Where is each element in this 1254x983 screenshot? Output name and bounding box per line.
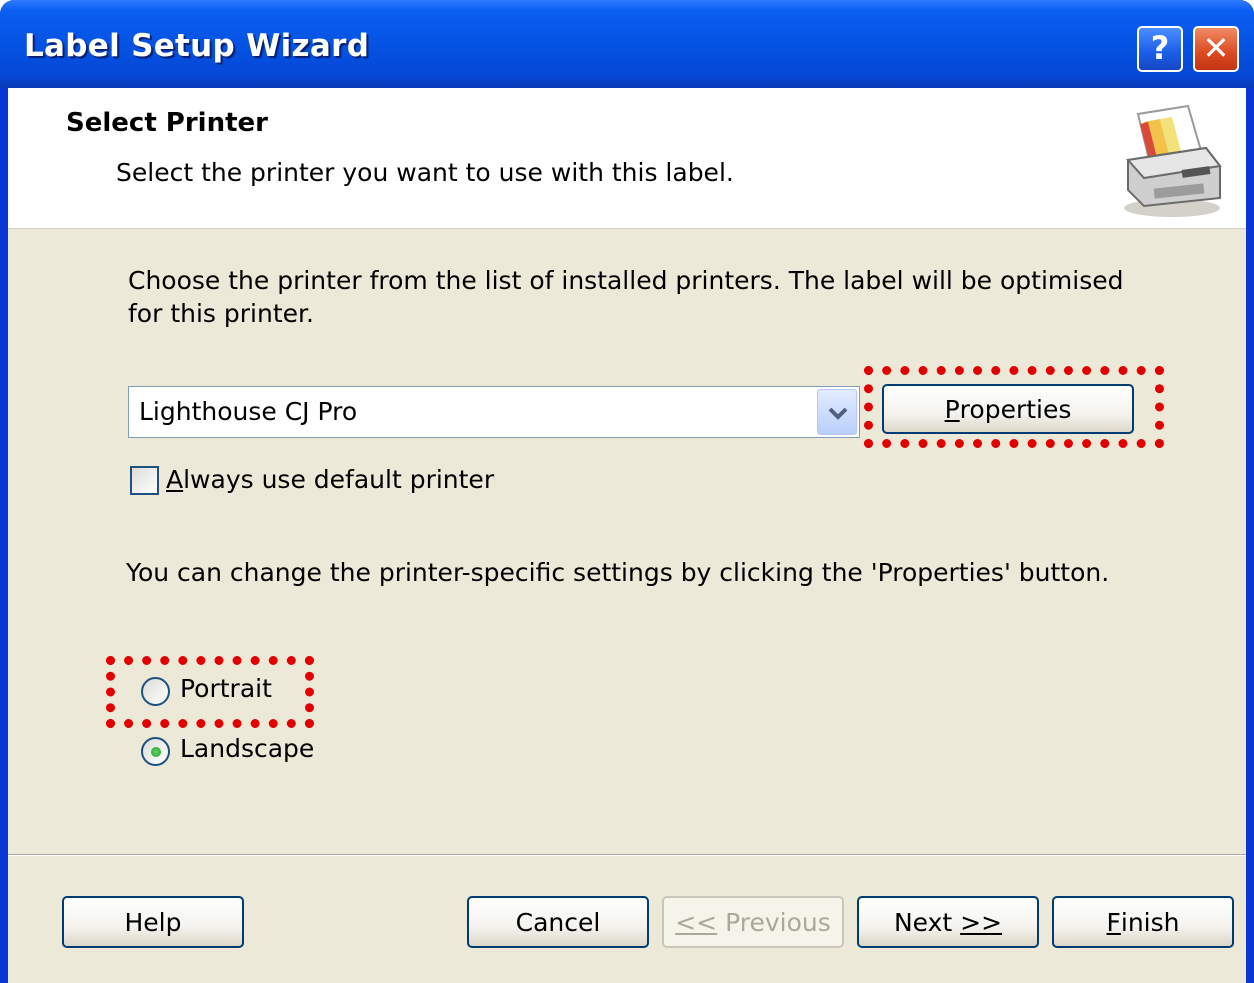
default-printer-label[interactable]: Always use default printer (166, 465, 494, 494)
help-button[interactable]: Help (62, 896, 244, 948)
properties-button[interactable]: Properties (882, 384, 1134, 434)
page-subtitle: Select the printer you want to use with … (116, 158, 734, 187)
help-title-button[interactable]: ? (1137, 26, 1183, 72)
cancel-label: Cancel (515, 907, 601, 937)
previous-mnemonic: << (675, 907, 718, 937)
wizard-window: Label Setup Wizard ? ✕ Select Printer Se… (0, 0, 1254, 983)
instructions-text: Choose the printer from the list of inst… (128, 266, 1124, 328)
printer-select[interactable]: Lighthouse CJ Pro (128, 386, 860, 438)
default-printer-mnemonic: A (166, 465, 184, 494)
title-bar[interactable]: Label Setup Wizard ? ✕ (0, 0, 1254, 88)
close-button[interactable]: ✕ (1193, 26, 1239, 72)
default-printer-checkbox[interactable] (130, 466, 159, 495)
dropdown-arrow[interactable] (817, 389, 857, 435)
dialog-client-area: Select Printer Select the printer you wa… (8, 88, 1246, 983)
properties-mnemonic: P (944, 394, 960, 424)
next-button[interactable]: Next >> (857, 896, 1039, 948)
previous-label: Previous (717, 907, 831, 937)
chevron-down-icon (828, 407, 848, 420)
landscape-label[interactable]: Landscape (180, 734, 314, 763)
finish-label: inish (1120, 907, 1180, 937)
properties-info-text: You can change the printer-specific sett… (126, 558, 1110, 587)
finish-mnemonic: F (1106, 907, 1121, 937)
radio-selected-dot (151, 747, 161, 757)
properties-label: roperties (959, 394, 1072, 424)
printer-select-value: Lighthouse CJ Pro (139, 397, 358, 426)
previous-button[interactable]: << Previous (662, 896, 844, 948)
help-label: Help (124, 907, 182, 937)
portrait-label[interactable]: Portrait (180, 674, 272, 703)
default-printer-label-text: lways use default printer (183, 465, 495, 494)
next-label: Next (893, 907, 961, 937)
close-icon: ✕ (1202, 29, 1230, 67)
question-mark-icon: ? (1150, 29, 1170, 67)
cancel-button[interactable]: Cancel (467, 896, 649, 948)
portrait-radio[interactable] (141, 677, 170, 706)
window-title: Label Setup Wizard (24, 28, 370, 64)
printer-icon (1124, 104, 1222, 217)
wizard-header: Select Printer Select the printer you wa… (8, 88, 1246, 229)
page-title: Select Printer (66, 108, 268, 138)
finish-button[interactable]: Finish (1052, 896, 1234, 948)
landscape-radio[interactable] (141, 737, 170, 766)
footer-divider (8, 854, 1246, 856)
next-mnemonic: >> (960, 907, 1003, 937)
